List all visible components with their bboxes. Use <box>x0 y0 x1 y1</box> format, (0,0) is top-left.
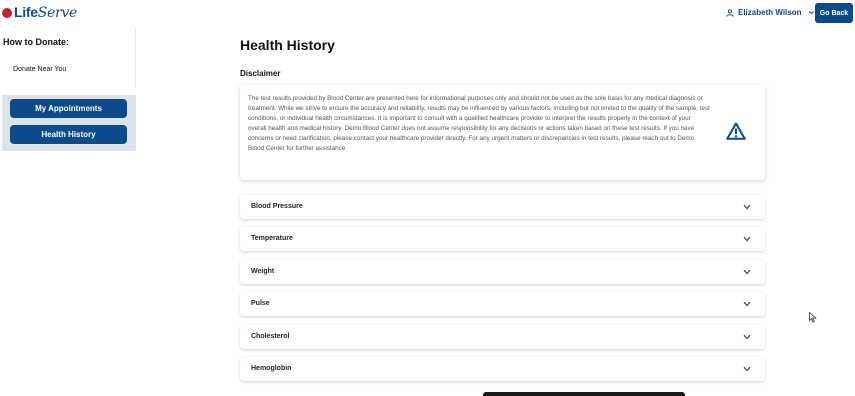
blood-drop-icon <box>2 7 12 18</box>
accordion-label: Pulse <box>251 300 270 307</box>
accordion-label: Cholesterol <box>251 333 290 340</box>
chevron-down-icon <box>743 236 751 242</box>
accordion-label: Blood Pressure <box>251 203 303 210</box>
accordion-blood-pressure[interactable]: Blood Pressure <box>240 195 765 219</box>
sidebar-donate-section: How to Donate: Donate Near You <box>0 28 136 88</box>
chevron-down-icon <box>743 301 751 307</box>
logo-text: LifeServe <box>14 4 77 21</box>
mouse-cursor-icon <box>809 312 817 323</box>
accordion-hemoglobin[interactable]: Hemoglobin <box>240 357 765 381</box>
accordion-label: Hemoglobin <box>251 365 292 372</box>
sidebar-title: How to Donate: <box>3 37 69 47</box>
sidebar-item-donate-near-you[interactable]: Donate Near You <box>13 66 66 73</box>
accordion-label: Weight <box>251 268 275 275</box>
chevron-down-icon <box>743 334 751 340</box>
sidebar-nav-panel: My Appointments Health History <box>2 95 136 151</box>
disclaimer-heading: Disclaimer <box>240 69 281 78</box>
accordion-cholesterol[interactable]: Cholesterol <box>240 325 765 349</box>
user-icon <box>726 8 734 17</box>
page-title: Health History <box>240 37 335 53</box>
user-menu[interactable]: Elizabeth Wilson <box>726 8 815 17</box>
my-appointments-button[interactable]: My Appointments <box>10 99 127 118</box>
disclaimer-text: The test results provided by Blood Cente… <box>248 95 710 152</box>
health-history-button[interactable]: Health History <box>10 125 127 144</box>
disclaimer-card: The test results provided by Blood Cente… <box>240 85 765 180</box>
user-name: Elizabeth Wilson <box>738 8 802 17</box>
accordion-pulse[interactable]: Pulse <box>240 292 765 316</box>
bottom-overlay-bar <box>483 392 685 396</box>
accordion-weight[interactable]: Weight <box>240 260 765 284</box>
lifeserve-logo[interactable]: LifeServe <box>2 4 77 21</box>
chevron-down-icon <box>743 366 751 372</box>
accordion-temperature[interactable]: Temperature <box>240 227 765 251</box>
chevron-down-icon <box>743 204 751 210</box>
chevron-down-icon <box>743 269 751 275</box>
top-header: LifeServe Elizabeth Wilson Go Back <box>0 0 855 28</box>
chevron-down-icon <box>808 11 814 15</box>
accordion-label: Temperature <box>251 235 293 242</box>
go-back-button[interactable]: Go Back <box>815 3 853 23</box>
warning-triangle-icon <box>726 122 746 140</box>
